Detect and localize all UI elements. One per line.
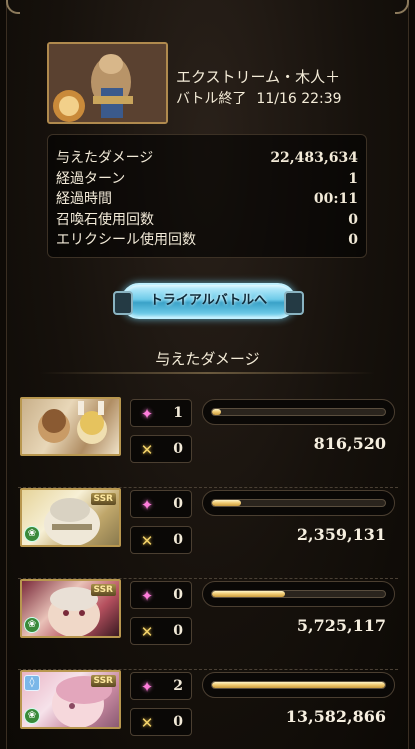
stat-label: 召喚石使用回数 [56, 211, 154, 228]
skill-count: 2 [173, 678, 183, 694]
sparkle-icon: ✦ [140, 496, 154, 514]
damage-bar [202, 581, 395, 607]
character-portrait[interactable] [20, 397, 121, 456]
ability-count: 0 [173, 623, 183, 639]
skill-count: 0 [173, 496, 183, 512]
skill-count: 1 [173, 405, 183, 421]
damage-bar-fill [212, 682, 385, 688]
crossed-swords-icon: ✕ [140, 532, 154, 550]
rarity-badge: SSR [90, 675, 116, 687]
character-damage: 5,725,117 [296, 616, 386, 635]
skill-counter: ✦ 2 [130, 672, 192, 700]
damage-bar-fill [212, 591, 285, 597]
ability-counter: ✕ 0 [130, 526, 192, 554]
water-element-icon: ◊ [24, 675, 40, 691]
damage-bar [202, 672, 395, 698]
character-row: SSR ❀ ✦ 0 ✕ 0 2,359,131 [18, 487, 398, 579]
battle-datetime: 11/16 22:39 [256, 91, 342, 107]
crossed-swords-icon: ✕ [140, 441, 154, 459]
damage-bar-track [211, 408, 386, 416]
stat-label: 経過時間 [56, 191, 112, 207]
damage-bar-track [211, 681, 386, 689]
character-row: ✦ 1 ✕ 0 816,520 [18, 396, 398, 488]
trial-battle-button[interactable]: トライアルバトルへ [113, 283, 304, 319]
section-divider [40, 372, 375, 374]
sparkle-icon: ✦ [140, 587, 154, 605]
wind-element-icon: ❀ [24, 708, 40, 724]
stat-row-elixirs: エリクシール使用回数 0 [56, 230, 358, 251]
quest-thumbnail [47, 42, 168, 124]
battle-stats: 与えたダメージ 22,483,634 経過ターン 1 経過時間 00:11 召喚… [47, 134, 367, 258]
skill-counter: ✦ 0 [130, 490, 192, 518]
skill-count: 0 [173, 587, 183, 603]
damage-bar-fill [212, 409, 221, 415]
wind-element-icon: ❀ [24, 617, 40, 633]
skill-counter: ✦ 1 [130, 399, 192, 427]
skill-counter: ✦ 0 [130, 581, 192, 609]
stat-value: 22,483,634 [270, 150, 358, 166]
damage-section-title: 与えたダメージ [155, 350, 260, 368]
character-row: ◊ SSR ❀ ✦ 2 ✕ 0 13,582,866 [18, 669, 398, 749]
character-damage: 2,359,131 [296, 525, 386, 544]
stat-row-damage: 与えたダメージ 22,483,634 [56, 148, 358, 169]
crossed-swords-icon: ✕ [140, 714, 154, 732]
character-portrait[interactable]: SSR ❀ [20, 488, 121, 547]
quest-status-line: バトル終了 11/16 22:39 [176, 88, 352, 108]
stat-row-summons: 召喚石使用回数 0 [56, 210, 358, 231]
character-portrait[interactable]: SSR ❀ [20, 579, 121, 638]
rarity-badge: SSR [90, 584, 116, 596]
damage-bar [202, 399, 395, 425]
ability-counter: ✕ 0 [130, 617, 192, 645]
damage-bar-track [211, 590, 386, 598]
stat-row-turns: 経過ターン 1 [56, 169, 358, 190]
character-damage: 13,582,866 [285, 707, 386, 726]
ability-count: 0 [173, 532, 183, 548]
quest-title: エクストリーム・木人＋ [176, 68, 341, 86]
sparkle-icon: ✦ [140, 678, 154, 696]
damage-bar-track [211, 499, 386, 507]
stat-value: 00:11 [313, 191, 358, 207]
wind-element-icon: ❀ [24, 526, 40, 542]
character-portrait[interactable]: ◊ SSR ❀ [20, 670, 121, 729]
stat-label: エリクシール使用回数 [56, 232, 196, 248]
stat-value: 0 [348, 232, 358, 248]
sparkle-icon: ✦ [140, 405, 154, 423]
character-row: SSR ❀ ✦ 0 ✕ 0 5,725,117 [18, 578, 398, 670]
crossed-swords-icon: ✕ [140, 623, 154, 641]
rarity-badge: SSR [90, 493, 116, 505]
stat-value: 0 [348, 211, 358, 228]
ability-counter: ✕ 0 [130, 708, 192, 736]
damage-bar [202, 490, 395, 516]
stat-row-time: 経過時間 00:11 [56, 189, 358, 210]
ability-count: 0 [173, 714, 183, 730]
ability-count: 0 [173, 441, 183, 457]
stat-value: 1 [348, 170, 358, 187]
stat-label: 与えたダメージ [56, 150, 154, 166]
battle-status: バトル終了 [176, 91, 247, 107]
stat-label: 経過ターン [56, 170, 126, 187]
character-damage: 816,520 [313, 434, 386, 453]
ability-counter: ✕ 0 [130, 435, 192, 463]
damage-bar-fill [212, 500, 242, 506]
